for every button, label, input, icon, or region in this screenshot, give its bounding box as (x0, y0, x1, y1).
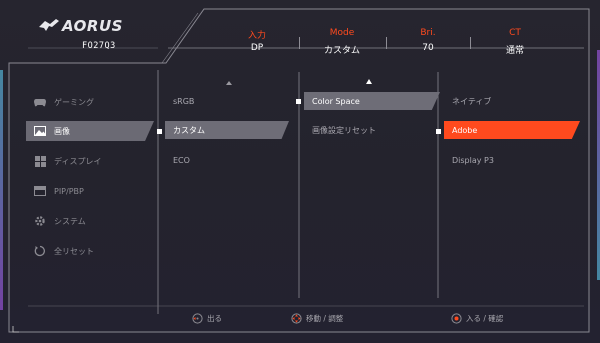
sidebar-item-label: ディスプレイ (54, 156, 102, 166)
preset-srgb[interactable]: sRGB (165, 92, 288, 110)
status-input-label: 入力 (247, 31, 266, 41)
selection-bullet (436, 129, 441, 134)
eagle-icon (39, 19, 59, 31)
setting-picture-reset[interactable]: 画像設定リセット (304, 121, 432, 139)
sidebar-item-picture[interactable]: 画像 (26, 121, 154, 141)
pip-icon (34, 185, 46, 197)
status-mode-label: Mode (329, 28, 355, 38)
status-brightness-value: 70 (422, 43, 434, 53)
footer-move: 移動 / 調整 (291, 313, 343, 324)
colorspace-native[interactable]: ネイティブ (444, 92, 572, 110)
dpad-press-icon (451, 313, 462, 324)
sidebar-item-label: ゲーミング (54, 97, 94, 107)
status-divider (386, 37, 387, 49)
aorus-logo: AORUS (38, 16, 128, 36)
footer-confirm-label: 入る / 確認 (466, 314, 504, 323)
sidebar-item-pip[interactable]: PIP/PBP (26, 181, 154, 201)
osd-screen: AORUS FO27Q3 入力 DP Mode カスタム Bri. 70 CT … (0, 0, 600, 343)
dpad-left-icon (192, 313, 203, 324)
dpad-all-icon (291, 313, 302, 324)
footer-exit-label: 出る (207, 314, 222, 323)
sidebar-item-label: システム (54, 216, 86, 226)
sidebar-item-gaming[interactable]: ゲーミング (26, 92, 154, 112)
picture-icon (34, 125, 46, 137)
sidebar-item-system[interactable]: システム (26, 211, 154, 231)
sidebar-item-reset[interactable]: 全リセット (26, 241, 154, 261)
gamepad-icon (34, 96, 46, 108)
status-ct-label: CT (509, 28, 521, 38)
status-brightness-label: Bri. (420, 28, 436, 38)
status-divider (470, 37, 471, 49)
sidebar-item-label: 画像 (54, 126, 70, 136)
footer-confirm: 入る / 確認 (451, 313, 503, 324)
setting-color-space[interactable]: Color Space (304, 92, 440, 110)
grid-icon (34, 155, 46, 167)
sidebar-item-label: PIP/PBP (54, 186, 84, 196)
preset-eco[interactable]: ECO (165, 151, 288, 169)
status-ct-value: 通常 (505, 46, 524, 56)
scroll-up-arrow[interactable] (366, 79, 372, 84)
selection-bullet (296, 99, 301, 104)
preset-custom[interactable]: カスタム (165, 121, 289, 139)
footer-move-label: 移動 / 調整 (306, 314, 344, 323)
status-divider (299, 37, 300, 49)
footer-exit: 出る (192, 313, 222, 324)
status-input-value: DP (250, 43, 264, 53)
left-edge-glow (0, 70, 3, 310)
scroll-up-arrow[interactable] (226, 81, 232, 85)
gear-icon (34, 215, 46, 227)
model-label: FO27Q3 (82, 41, 116, 51)
selection-bullet (157, 129, 162, 134)
logo-text: AORUS (62, 17, 123, 35)
osd-frame (8, 8, 590, 333)
sidebar-item-display[interactable]: ディスプレイ (26, 151, 154, 171)
sidebar-item-label: 全リセット (54, 246, 94, 256)
status-mode-value: カスタム (323, 46, 360, 56)
reset-icon (34, 245, 46, 257)
colorspace-adobe[interactable]: Adobe (444, 121, 580, 139)
colorspace-display-p3[interactable]: Display P3 (444, 151, 572, 169)
